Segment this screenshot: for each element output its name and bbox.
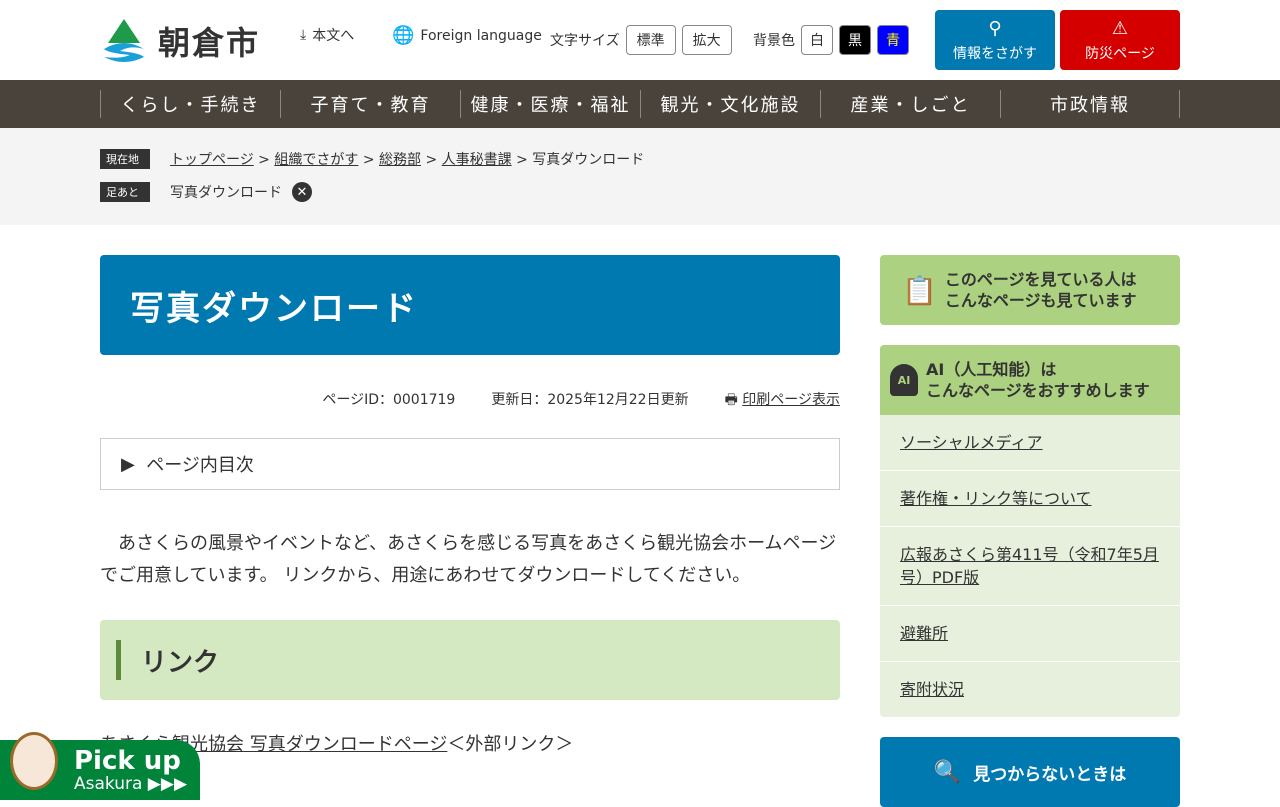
not-found-label: 見つからないときは: [973, 764, 1127, 785]
ai-title-line1: AI（人工知能）は: [926, 360, 1057, 379]
current-location-tag: 現在地: [100, 149, 150, 169]
section-heading: リンク: [100, 620, 840, 700]
ai-title-line2: こんなページをおすすめします: [926, 381, 1150, 400]
breadcrumb-area: 現在地 トップページ > 組織でさがす > 総務部 > 人事秘書課 > 写真ダウ…: [0, 128, 1280, 225]
search-document-icon: 🔍: [933, 759, 962, 785]
document-eye-icon: 📋: [902, 273, 937, 307]
external-link-note: ＜外部リンク＞: [447, 734, 574, 755]
breadcrumb-general[interactable]: 総務部: [379, 152, 421, 168]
main-content: 写真ダウンロード ページID：0001719 更新日：2025年12月22日更新…: [100, 255, 840, 756]
nav-item-city[interactable]: 市政情報: [1000, 90, 1180, 118]
ai-item-link[interactable]: ソーシャルメディア: [900, 433, 1043, 452]
ai-item-link[interactable]: 広報あさくら第411号（令和7年5月号）PDF版: [900, 545, 1159, 587]
warning-icon: ⚠: [1111, 17, 1129, 39]
search-info-button[interactable]: ⚲ 情報をさがす: [935, 10, 1055, 70]
search-label: 情報をさがす: [953, 45, 1037, 62]
ai-item-link[interactable]: 著作権・リンク等について: [900, 489, 1092, 508]
bg-color-label: 背景色: [753, 33, 795, 49]
skip-label: 本文へ: [312, 28, 355, 44]
site-logo[interactable]: 朝倉市: [100, 18, 260, 64]
ai-item-link[interactable]: 寄附状況: [900, 680, 964, 699]
nav-item-tourism[interactable]: 観光・文化施設: [640, 90, 820, 118]
pickup-subtitle: Asakura ▶▶▶: [74, 774, 188, 794]
nav-item-living[interactable]: くらし・手続き: [100, 90, 280, 118]
pickup-title: Pick up: [74, 746, 181, 776]
foreign-label: Foreign language: [420, 27, 542, 44]
table-of-contents[interactable]: ▶ ページ内目次: [100, 438, 840, 490]
footprint: 足あと 写真ダウンロード ✕: [100, 181, 1180, 203]
header: 朝倉市 ⤓ 本文へ 🌐 Foreign language 文字サイズ 標準 拡大 背…: [0, 0, 1280, 80]
pickup-banner[interactable]: Pick up Asakura ▶▶▶: [0, 732, 200, 800]
ai-item-link[interactable]: 避難所: [900, 624, 948, 643]
nav-item-health[interactable]: 健康・医療・福祉: [460, 90, 640, 118]
breadcrumb-hr[interactable]: 人事秘書課: [442, 152, 512, 168]
bg-white-button[interactable]: 白: [801, 25, 833, 55]
mascot-mirror-icon: [10, 732, 58, 790]
font-standard-button[interactable]: 標準: [625, 25, 676, 55]
printer-icon: 🖶: [724, 392, 738, 408]
foreign-language-link[interactable]: 🌐 Foreign language: [392, 25, 542, 46]
breadcrumb-org[interactable]: 組織でさがす: [274, 152, 358, 168]
breadcrumb-top[interactable]: トップページ: [170, 152, 254, 168]
not-found-button[interactable]: 🔍 見つからないときは: [880, 737, 1180, 807]
search-icon: ⚲: [988, 17, 1002, 39]
disaster-label: 防災ページ: [1085, 45, 1155, 62]
font-large-button[interactable]: 拡大: [681, 25, 732, 55]
footprint-tag: 足あと: [100, 182, 150, 202]
breadcrumb: 現在地 トップページ > 組織でさがす > 総務部 > 人事秘書課 > 写真ダウ…: [100, 148, 1180, 170]
site-name: 朝倉市: [158, 24, 261, 62]
viewed-line2: こんなページも見ています: [944, 291, 1137, 310]
sidebar: 📋 このページを見ている人は こんなページも見ています AI AI（人工知能）はこんな…: [880, 255, 1180, 807]
skip-link[interactable]: ⤓ 本文へ: [300, 25, 354, 45]
page-title: 写真ダウンロード: [100, 255, 840, 355]
breadcrumb-current: 写真ダウンロード: [532, 152, 645, 168]
footprint-item[interactable]: 写真ダウンロード: [170, 182, 282, 202]
print-link[interactable]: 印刷ページ表示: [742, 392, 840, 408]
close-icon[interactable]: ✕: [292, 182, 312, 202]
nav-item-childcare[interactable]: 子育て・教育: [280, 90, 460, 118]
logo-icon: [104, 19, 144, 62]
ai-recommend-box: AI AI（人工知能）はこんなページをおすすめします ソーシャルメディア 著作権・…: [880, 345, 1180, 717]
viewed-pages-box[interactable]: 📋 このページを見ている人は こんなページも見ています: [880, 255, 1180, 325]
viewed-line1: このページを見ている人は: [944, 270, 1137, 289]
toc-label: ページ内目次: [146, 455, 254, 476]
body-text: あさくらの風景やイベントなど、あさくらを感じる写真をあさくら観光協会ホームページ…: [100, 533, 837, 586]
updated-date: 更新日：2025年12月22日更新: [491, 392, 689, 408]
globe-icon: 🌐: [392, 25, 415, 46]
page-id: ページID：0001719: [322, 392, 456, 408]
section-title: リンク: [141, 647, 220, 678]
font-size-label: 文字サイズ: [550, 33, 620, 49]
download-arrow-icon: ⤓: [300, 27, 307, 43]
bg-black-button[interactable]: 黒: [839, 25, 871, 55]
disaster-page-button[interactable]: ⚠ 防災ページ: [1060, 10, 1180, 70]
bg-blue-button[interactable]: 青: [877, 25, 909, 55]
nav-item-industry[interactable]: 産業・しごと: [820, 90, 1000, 118]
ai-head-icon: AI: [890, 364, 918, 396]
global-nav: くらし・手続き 子育て・教育 健康・医療・福祉 観光・文化施設 産業・しごと 市…: [0, 80, 1280, 128]
